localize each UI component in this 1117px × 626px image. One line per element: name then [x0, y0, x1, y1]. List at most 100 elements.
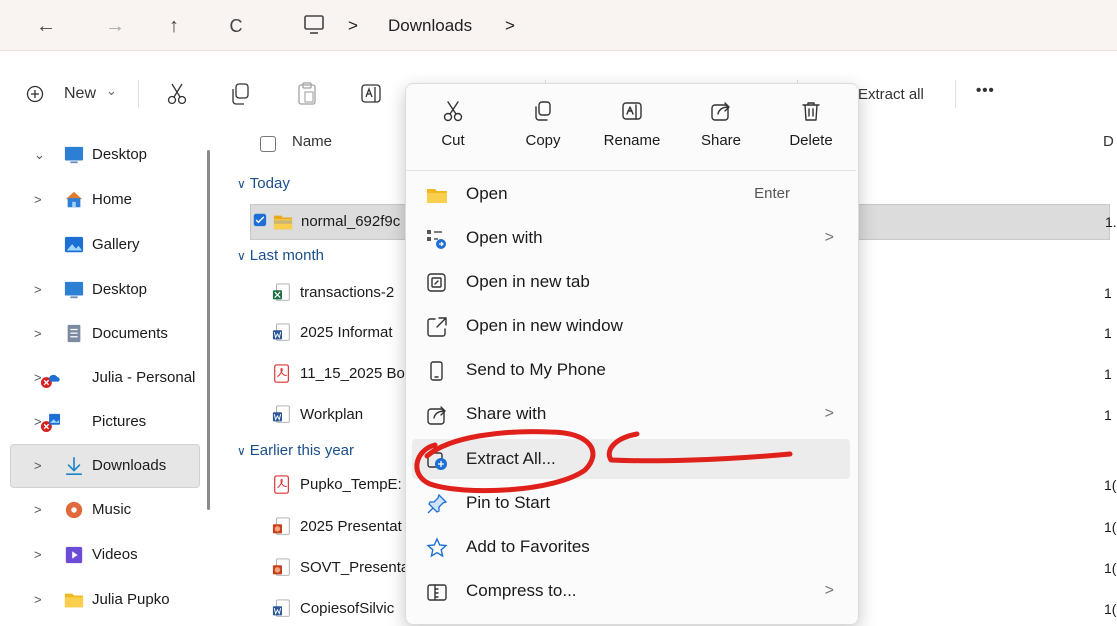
red-annotation-scribble [414, 429, 793, 494]
breadcrumb-separator[interactable]: > [505, 14, 515, 38]
column-header-name[interactable]: Name [292, 133, 332, 150]
sidebar-item-documents[interactable]: > Documents [10, 314, 198, 354]
phone-icon [426, 360, 448, 382]
chevron-icon[interactable]: > [34, 580, 48, 620]
up-button[interactable]: ↑ [162, 14, 186, 38]
videos-icon [64, 545, 86, 565]
chevron-icon[interactable]: > [34, 270, 48, 310]
sidebar-item-desktop[interactable]: > Desktop [10, 270, 198, 310]
sidebar-item-julia-personal[interactable]: > Julia - Personal [10, 358, 198, 398]
copy-icon [532, 100, 554, 122]
new-tab-icon [426, 272, 448, 294]
file-date: 1 [1104, 366, 1112, 382]
file-name: Workplan [300, 406, 364, 423]
chevron-icon[interactable]: > [34, 314, 48, 354]
word-icon [272, 405, 292, 425]
gallery-icon [64, 235, 86, 255]
menu-item-label: Open in new tab [466, 272, 590, 291]
chevron-icon[interactable]: > [34, 180, 48, 220]
copy-toolbar-button[interactable] [230, 82, 252, 106]
paste-toolbar-button[interactable] [296, 82, 318, 106]
menu-item-open-with[interactable]: Open with > [412, 218, 850, 258]
pdf-icon [272, 475, 292, 495]
folder-icon [64, 590, 86, 610]
file-date: 1 [1104, 325, 1112, 341]
group-header-last-month[interactable]: ∨ Last month [237, 245, 324, 267]
toolbar-divider [138, 80, 139, 108]
this-pc-icon[interactable] [302, 14, 326, 36]
excel-icon [272, 283, 292, 303]
file-name: SOVT_Presenta [300, 559, 410, 576]
group-header-earlier-this-year[interactable]: ∨ Earlier this year [237, 440, 354, 462]
new-label: New [64, 85, 97, 102]
breadcrumb-downloads[interactable]: Downloads [388, 14, 472, 38]
checkbox-checked-icon[interactable] [253, 213, 270, 230]
back-button[interactable]: ← [34, 14, 58, 38]
sidebar-item-label: Pictures [92, 413, 147, 430]
onedrive-icon [40, 368, 62, 388]
share-button[interactable]: Share [686, 98, 756, 158]
select-all-checkbox[interactable] [260, 136, 276, 152]
sidebar-item-videos[interactable]: > Videos [10, 535, 198, 575]
sidebar-item-home[interactable]: > Home [10, 180, 198, 220]
sidebar-item-gallery[interactable]: Gallery [10, 225, 198, 265]
file-name: normal_692f9c [301, 213, 401, 230]
rename-button[interactable]: Rename [597, 98, 667, 158]
sidebar-item-downloads[interactable]: > Downloads [10, 446, 198, 486]
menu-item-send-to-my-phone[interactable]: Send to My Phone [412, 350, 850, 390]
sidebar-item-pictures[interactable]: > Pictures [10, 402, 198, 442]
sidebar-item-label: Julia - Personal [92, 369, 196, 386]
ppt-icon [272, 517, 292, 537]
chevron-icon[interactable]: > [34, 490, 48, 530]
new-window-icon [426, 316, 448, 338]
extract-all-toolbar-button[interactable]: Extract all [858, 86, 924, 110]
word-icon [272, 323, 292, 343]
chevron-down-icon: ⌄ [106, 83, 117, 98]
sidebar-item-label: Julia Pupko [92, 591, 170, 608]
menu-item-label: Open with [466, 228, 543, 247]
ppt-icon [272, 558, 292, 578]
desktop-icon [64, 280, 86, 300]
sidebar-item-julia-pupko[interactable]: > Julia Pupko [10, 580, 198, 620]
menu-item-label: Open [466, 184, 508, 203]
star-icon [426, 537, 448, 559]
downloads-icon [64, 456, 86, 476]
submenu-arrow-icon: > [824, 405, 834, 422]
chevron-icon[interactable]: ⌄ [34, 135, 48, 175]
delete-button[interactable]: Delete [776, 98, 846, 158]
menu-item-open[interactable]: Open Enter [412, 174, 850, 214]
menu-item-label: Add to Favorites [466, 537, 590, 556]
cut-icon [442, 100, 464, 122]
sidebar-item-desktop[interactable]: ⌄ Desktop [10, 135, 198, 175]
address-divider [0, 50, 1117, 51]
menu-item-compress-to[interactable]: Compress to... > [412, 571, 850, 611]
chevron-icon[interactable]: > [34, 446, 48, 486]
quick-action-label: Rename [603, 132, 661, 149]
file-date: 1( [1104, 601, 1117, 617]
sidebar-item-music[interactable]: > Music [10, 490, 198, 530]
group-header-today[interactable]: ∨ Today [237, 173, 290, 195]
menu-item-add-to-favorites[interactable]: Add to Favorites [412, 527, 850, 567]
delete-icon [800, 100, 822, 122]
more-options-button[interactable]: ••• [976, 82, 995, 106]
copy-button[interactable]: Copy [508, 98, 578, 158]
menu-item-open-in-new-tab[interactable]: Open in new tab [412, 262, 850, 302]
menu-item-open-in-new-window[interactable]: Open in new window [412, 306, 850, 346]
refresh-button[interactable]: C [224, 14, 248, 38]
music-icon [64, 500, 86, 520]
quick-action-label: Delete [789, 132, 833, 149]
file-name: transactions-2 [300, 284, 395, 301]
cut-button[interactable]: Cut [418, 98, 488, 158]
file-name: 11_15_2025 Bo [300, 365, 405, 382]
pictures-icon [40, 412, 62, 432]
open-folder-icon [426, 184, 448, 206]
menu-item-label: Send to My Phone [466, 360, 606, 379]
rename-toolbar-button[interactable] [360, 82, 382, 106]
file-name: 2025 Informat [300, 324, 393, 341]
column-header-date[interactable]: D [1103, 133, 1114, 150]
menu-item-label: Open in new window [466, 316, 623, 335]
forward-button[interactable]: → [103, 14, 127, 38]
sidebar-scrollbar[interactable] [207, 150, 210, 510]
cut-toolbar-button[interactable] [166, 82, 188, 106]
chevron-icon[interactable]: > [34, 535, 48, 575]
